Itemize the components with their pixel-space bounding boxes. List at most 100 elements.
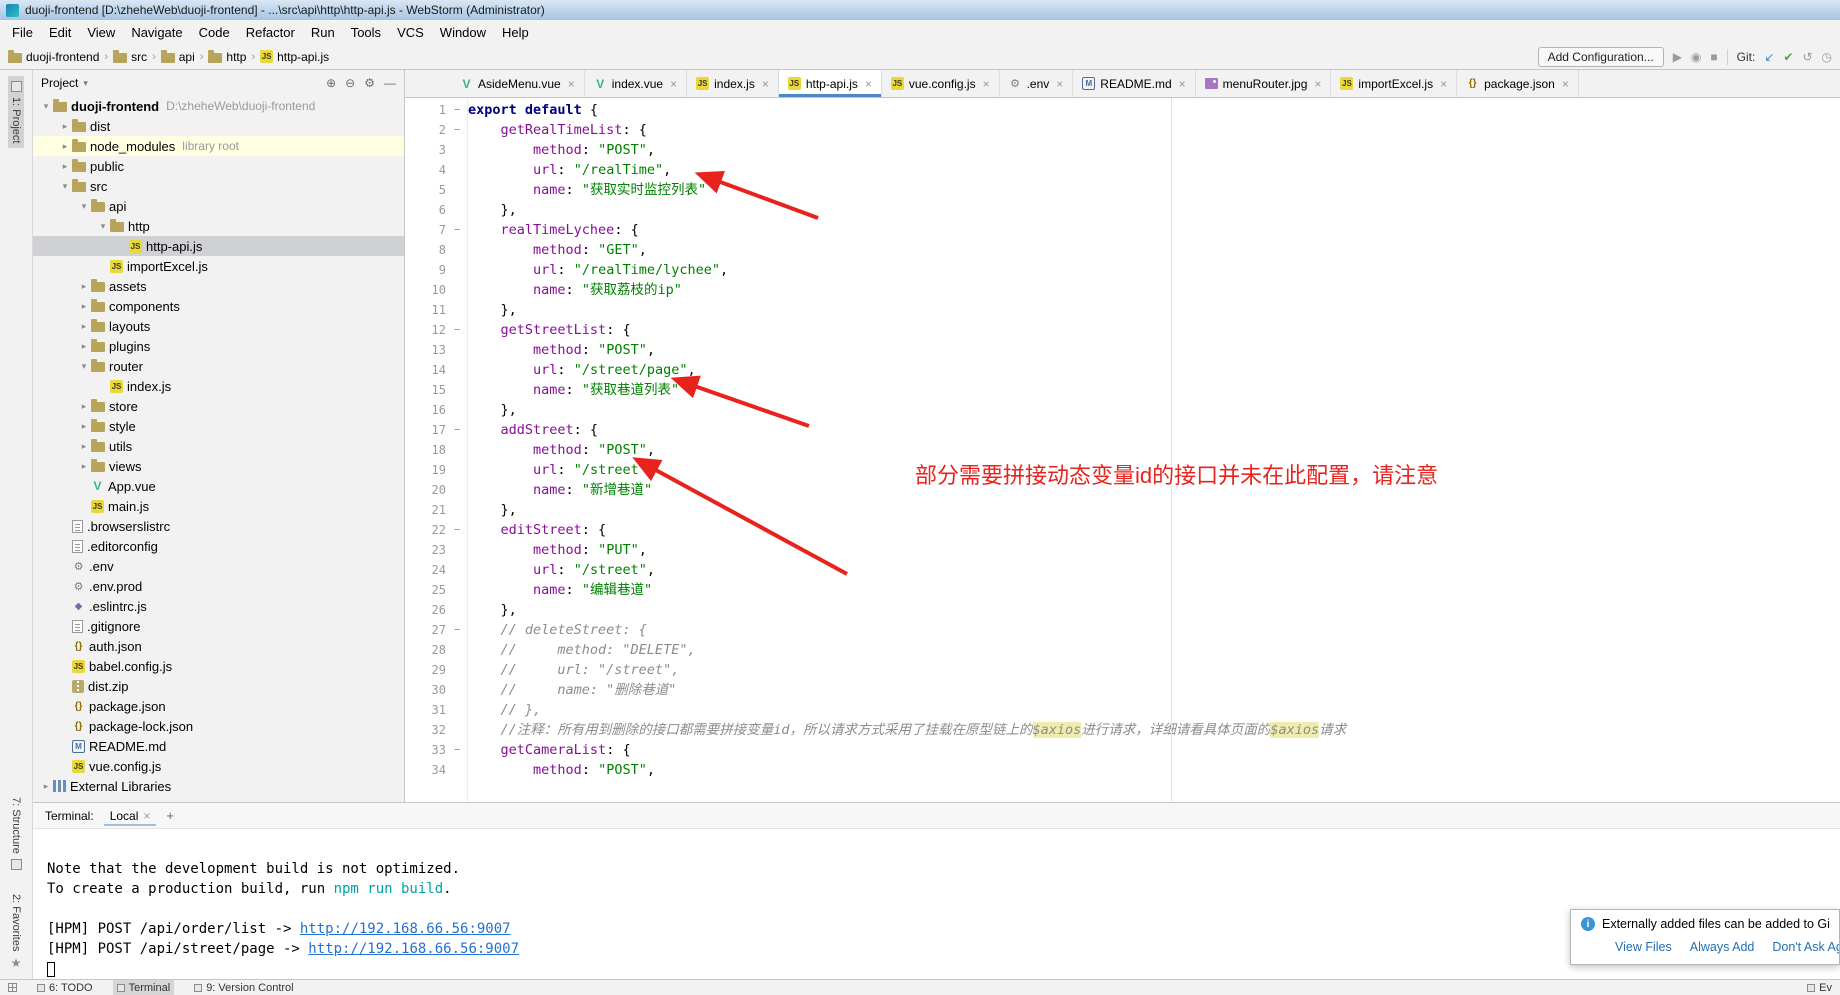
tree-item-http-api.js[interactable]: JShttp-api.js	[33, 236, 404, 256]
menu-file[interactable]: File	[4, 22, 41, 43]
statusbar-item-terminal[interactable]: Terminal	[113, 980, 175, 995]
fold-marker[interactable]: −	[449, 220, 465, 240]
fold-marker[interactable]: −	[449, 620, 465, 640]
code-editor[interactable]: 1−export default {2− getRealTimeList: {3…	[405, 98, 1840, 802]
tree-item-index.js[interactable]: JSindex.js	[33, 376, 404, 396]
tree-item-babel.config.js[interactable]: JSbabel.config.js	[33, 656, 404, 676]
tab-importExcel.js[interactable]: JSimportExcel.js×	[1331, 70, 1457, 97]
menu-edit[interactable]: Edit	[41, 22, 79, 43]
tree-item-dist.zip[interactable]: dist.zip	[33, 676, 404, 696]
chevron-right-icon[interactable]: ▸	[77, 281, 91, 292]
tree-item-dist[interactable]: ▸dist	[33, 116, 404, 136]
tab-close-icon[interactable]: ×	[1314, 77, 1321, 91]
locate-file-icon[interactable]: ⊕	[326, 76, 336, 90]
chevron-down-icon[interactable]: ▾	[39, 101, 53, 112]
chevron-right-icon[interactable]: ▸	[77, 321, 91, 332]
fold-marker[interactable]: −	[449, 740, 465, 760]
tree-item-main.js[interactable]: JSmain.js	[33, 496, 404, 516]
git-update-icon[interactable]: ↙	[1764, 50, 1774, 64]
fold-marker[interactable]: −	[449, 320, 465, 340]
tree-item-.editorconfig[interactable]: .editorconfig	[33, 536, 404, 556]
tab-close-icon[interactable]: ×	[568, 77, 575, 91]
menu-view[interactable]: View	[79, 22, 123, 43]
breadcrumb-item-http-api.js[interactable]: JShttp-api.js	[260, 50, 329, 64]
tree-item-views[interactable]: ▸views	[33, 456, 404, 476]
debug-icon[interactable]: ◉	[1691, 50, 1701, 64]
stop-icon[interactable]: ■	[1710, 50, 1717, 64]
tab-close-icon[interactable]: ×	[1179, 77, 1186, 91]
tree-item-README.md[interactable]: MREADME.md	[33, 736, 404, 756]
menu-navigate[interactable]: Navigate	[123, 22, 190, 43]
tree-item-.env.prod[interactable]: ⚙.env.prod	[33, 576, 404, 596]
event-log-label[interactable]: Ev	[1819, 982, 1832, 994]
statusbar-item-vcs[interactable]: 9: Version Control	[190, 980, 297, 995]
breadcrumb-item-http[interactable]: http	[208, 50, 246, 64]
history-icon[interactable]: ◷	[1822, 50, 1832, 64]
chevron-right-icon[interactable]: ▸	[39, 781, 53, 792]
fold-marker[interactable]: −	[449, 520, 465, 540]
chevron-down-icon[interactable]: ▾	[83, 78, 88, 89]
chevron-down-icon[interactable]: ▾	[77, 201, 91, 212]
fold-marker[interactable]: −	[449, 420, 465, 440]
revert-icon[interactable]: ↺	[1802, 50, 1812, 64]
add-configuration-button[interactable]: Add Configuration...	[1538, 47, 1664, 67]
menu-tools[interactable]: Tools	[343, 22, 389, 43]
stripe-button-favorites[interactable]: 2: Favorites★	[8, 889, 24, 975]
notification-action-always-add[interactable]: Always Add	[1690, 940, 1755, 954]
tab-index.vue[interactable]: Vindex.vue×	[585, 70, 687, 97]
tree-item-components[interactable]: ▸components	[33, 296, 404, 316]
tree-item-package-lock.json[interactable]: {}package-lock.json	[33, 716, 404, 736]
new-terminal-icon[interactable]: +	[166, 808, 174, 823]
tool-windows-icon[interactable]	[8, 983, 17, 992]
tab-close-icon[interactable]: ×	[670, 77, 677, 91]
hide-panel-icon[interactable]: —	[384, 76, 396, 90]
tab-.env[interactable]: ⚙.env×	[1000, 70, 1074, 97]
tree-item-store[interactable]: ▸store	[33, 396, 404, 416]
menu-code[interactable]: Code	[191, 22, 238, 43]
tab-AsideMenu.vue[interactable]: VAsideMenu.vue×	[451, 70, 585, 97]
tree-item-layouts[interactable]: ▸layouts	[33, 316, 404, 336]
terminal-link[interactable]: http://192.168.66.56:9007	[300, 921, 511, 937]
chevron-right-icon[interactable]: ▸	[77, 401, 91, 412]
tab-menuRouter.jpg[interactable]: menuRouter.jpg×	[1196, 70, 1332, 97]
tree-item-auth.json[interactable]: {}auth.json	[33, 636, 404, 656]
tab-README.md[interactable]: MREADME.md×	[1073, 70, 1195, 97]
tree-item-src[interactable]: ▾src	[33, 176, 404, 196]
chevron-right-icon[interactable]: ▸	[77, 301, 91, 312]
tab-close-icon[interactable]: ×	[1562, 77, 1569, 91]
tree-item-duoji-frontend[interactable]: ▾duoji-frontendD:\zheheWeb\duoji-fronten…	[33, 96, 404, 116]
chevron-down-icon[interactable]: ▾	[58, 181, 72, 192]
breadcrumb-item-api[interactable]: api	[161, 50, 195, 64]
tab-close-icon[interactable]: ×	[1056, 77, 1063, 91]
collapse-all-icon[interactable]: ⊖	[345, 76, 355, 90]
breadcrumb-item-duoji-frontend[interactable]: duoji-frontend	[8, 50, 99, 64]
chevron-down-icon[interactable]: ▾	[77, 361, 91, 372]
run-icon[interactable]: ▶	[1673, 50, 1682, 64]
chevron-right-icon[interactable]: ▸	[77, 341, 91, 352]
tree-item-http[interactable]: ▾http	[33, 216, 404, 236]
menu-vcs[interactable]: VCS	[389, 22, 432, 43]
menu-refactor[interactable]: Refactor	[238, 22, 303, 43]
close-icon[interactable]: ×	[143, 809, 150, 823]
menu-window[interactable]: Window	[432, 22, 494, 43]
tree-item-package.json[interactable]: {}package.json	[33, 696, 404, 716]
tab-vue.config.js[interactable]: JSvue.config.js×	[882, 70, 1000, 97]
terminal-output[interactable]: Note that the development build is not o…	[33, 829, 1840, 979]
notification-action-don-t-ask-agai[interactable]: Don't Ask Agai	[1772, 940, 1840, 954]
event-log-icon[interactable]	[1807, 984, 1815, 992]
tree-item-assets[interactable]: ▸assets	[33, 276, 404, 296]
tree-item-External Libraries[interactable]: ▸External Libraries	[33, 776, 404, 796]
chevron-right-icon[interactable]: ▸	[58, 161, 72, 172]
chevron-right-icon[interactable]: ▸	[58, 141, 72, 152]
tab-close-icon[interactable]: ×	[983, 77, 990, 91]
tree-item-.gitignore[interactable]: .gitignore	[33, 616, 404, 636]
tree-item-node_modules[interactable]: ▸node_moduleslibrary root	[33, 136, 404, 156]
tree-item-.browserslistrc[interactable]: .browserslistrc	[33, 516, 404, 536]
tree-item-plugins[interactable]: ▸plugins	[33, 336, 404, 356]
git-commit-icon[interactable]: ✔	[1783, 50, 1793, 64]
menu-help[interactable]: Help	[494, 22, 537, 43]
chevron-right-icon[interactable]: ▸	[77, 461, 91, 472]
stripe-button-structure[interactable]: 7: Structure	[8, 792, 24, 875]
tree-item-style[interactable]: ▸style	[33, 416, 404, 436]
chevron-down-icon[interactable]: ▾	[96, 221, 110, 232]
